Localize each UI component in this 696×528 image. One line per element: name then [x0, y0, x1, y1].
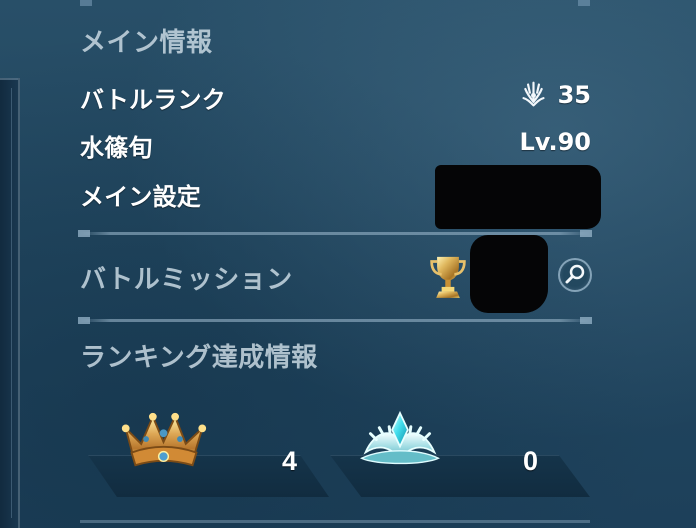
battle-rank-icon — [522, 81, 545, 107]
left-frame-inner-line — [3, 88, 12, 518]
main-setting-redaction — [435, 165, 601, 229]
battle-mission-label: バトルミッション — [80, 265, 293, 295]
character-name-label: 水篠旬 — [80, 134, 153, 162]
battle-mission-redaction — [470, 235, 548, 313]
search-button[interactable] — [558, 258, 592, 292]
battle-mission-divider — [78, 317, 592, 324]
top-right-notch — [578, 0, 590, 6]
battle-rank-label: バトルランク — [80, 86, 226, 114]
silver-crown-icon — [360, 410, 440, 465]
left-frame — [0, 78, 20, 528]
battle-profile-screen: メイン情報 バトルランク 35 水篠旬 Lv.90 メイン設定 バトルミッション — [0, 0, 696, 528]
gold-crown-icon — [121, 412, 207, 467]
bottom-divider — [80, 520, 590, 523]
character-level-value: Lv.90 — [519, 128, 592, 156]
main-setting-label: メイン設定 — [80, 183, 201, 211]
trophy-icon — [430, 256, 466, 298]
battle-rank-value: 35 — [519, 80, 591, 109]
silver-crown-count: 0 — [523, 446, 539, 476]
ranking-achievement-title: ランキング達成情報 — [80, 343, 318, 373]
gold-crown-count: 4 — [282, 446, 298, 476]
main-info-title: メイン情報 — [80, 28, 213, 58]
top-left-notch — [80, 0, 92, 6]
search-icon — [565, 264, 585, 284]
battle-rank-number: 35 — [557, 80, 591, 109]
